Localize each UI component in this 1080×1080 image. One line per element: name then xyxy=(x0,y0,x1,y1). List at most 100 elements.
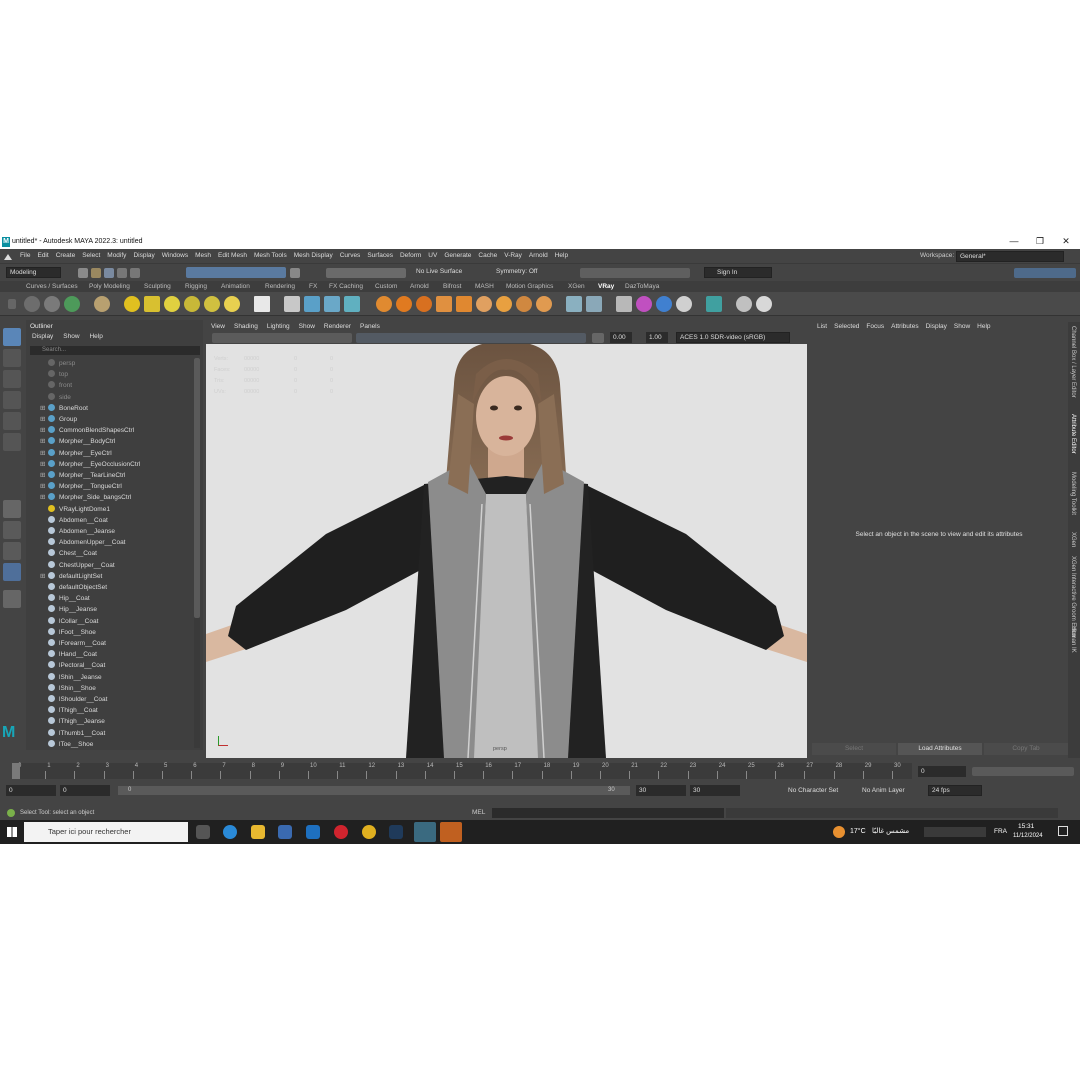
side-tab-channel-box-layer-editor[interactable]: Channel Box / Layer Editor xyxy=(1070,326,1076,398)
lasso-tool-icon[interactable] xyxy=(3,349,21,367)
expand-icon[interactable]: ⊞ xyxy=(40,436,48,447)
select-tool-icon[interactable] xyxy=(3,328,21,346)
menu-curves[interactable]: Curves xyxy=(340,249,361,263)
time-slider[interactable]: 0123456789101112131415161718192021222324… xyxy=(0,761,1080,781)
outliner-item[interactable]: ⊞ Morpher__BodyCtrl xyxy=(40,436,115,447)
single-pane-icon[interactable] xyxy=(3,500,21,518)
mode-dropdown[interactable]: Modeling xyxy=(6,267,61,278)
paint-taskbar-icon[interactable] xyxy=(440,822,462,842)
side-tab-xgen[interactable]: XGen xyxy=(1070,532,1076,547)
outliner-item[interactable]: ⊞ defaultLightSet xyxy=(40,571,102,582)
expand-icon[interactable]: ⊞ xyxy=(40,448,48,459)
clock-date[interactable]: 11/12/2024 xyxy=(1013,833,1043,839)
vray-lightmix-icon[interactable] xyxy=(656,296,672,312)
outliner-item[interactable]: Chest__Coat xyxy=(40,548,97,559)
vray-denoiser-icon[interactable] xyxy=(676,296,692,312)
selection-mask-icons[interactable] xyxy=(186,267,286,278)
outliner-item[interactable]: top xyxy=(40,369,68,380)
outliner-item[interactable]: lForearm__Coat xyxy=(40,638,106,649)
outliner-item[interactable]: Abdomen__Jeanse xyxy=(40,526,115,537)
menu-edit-mesh[interactable]: Edit Mesh xyxy=(218,249,247,263)
two-pane-icon[interactable] xyxy=(3,542,21,560)
expand-icon[interactable]: ⊞ xyxy=(40,403,48,414)
shelf-tab-vray[interactable]: VRay xyxy=(598,281,614,292)
outliner-scroll-thumb[interactable] xyxy=(194,358,200,618)
weather-icon[interactable] xyxy=(833,826,845,838)
outliner-item[interactable]: lThigh__Jeanse xyxy=(40,716,105,727)
outliner-item[interactable]: AbdomenUpper__Coat xyxy=(40,537,126,548)
menu-file[interactable]: File xyxy=(20,249,30,263)
outliner-menu-help[interactable]: Help xyxy=(89,333,102,340)
outliner-item[interactable]: ⊞ Morpher__TearLineCtrl xyxy=(40,470,125,481)
vray-fur-icon[interactable] xyxy=(324,296,340,312)
camera-tools-icons[interactable] xyxy=(212,333,352,343)
vray-sun-icon[interactable] xyxy=(224,296,240,312)
viewport-menu-view[interactable]: View xyxy=(211,322,225,332)
viewport-menu-lighting[interactable]: Lighting xyxy=(267,322,290,332)
attr-menu-focus[interactable]: Focus xyxy=(866,322,884,332)
outliner-item[interactable]: Abdomen__Coat xyxy=(40,515,108,526)
mel-command-input[interactable] xyxy=(492,808,724,818)
vray-logo-icon[interactable] xyxy=(736,296,752,312)
start-frame-field[interactable]: 0 xyxy=(6,785,56,796)
menu-surfaces[interactable]: Surfaces xyxy=(367,249,393,263)
windows-start-icon[interactable] xyxy=(7,827,17,837)
shelf-tab-rigging[interactable]: Rigging xyxy=(185,281,207,292)
end-frame-field[interactable]: 30 xyxy=(690,785,740,796)
vray-clipper-icon[interactable] xyxy=(344,296,360,312)
load-attributes-button[interactable]: Load Attributes xyxy=(898,743,982,755)
shelf-tab-motion-graphics[interactable]: Motion Graphics xyxy=(506,281,553,292)
four-pane-icon[interactable] xyxy=(3,521,21,539)
outliner-item[interactable]: lShin__Shoe xyxy=(40,683,96,694)
menu-modify[interactable]: Modify xyxy=(107,249,126,263)
outliner-item[interactable]: ⊞ Group xyxy=(40,414,77,425)
snap-icons[interactable] xyxy=(326,268,406,278)
viewport-menu-shading[interactable]: Shading xyxy=(234,322,258,332)
live-surface-label[interactable]: No Live Surface xyxy=(416,264,462,280)
select-button[interactable]: Select xyxy=(812,743,896,755)
vray-settings-icon[interactable] xyxy=(616,296,632,312)
shelf-tab-fx[interactable]: FX xyxy=(309,281,317,292)
menu-edit[interactable]: Edit xyxy=(37,249,48,263)
side-tab-modeling-toolkit[interactable]: Modeling Toolkit xyxy=(1070,472,1076,515)
shelf-tab-poly-modeling[interactable]: Poly Modeling xyxy=(89,281,130,292)
outliner-item[interactable]: defaultObjectSet xyxy=(40,582,107,593)
expand-icon[interactable]: ⊞ xyxy=(40,492,48,503)
viewport-menu-show[interactable]: Show xyxy=(299,322,315,332)
menu-select[interactable]: Select xyxy=(82,249,100,263)
paint-select-tool-icon[interactable] xyxy=(3,370,21,388)
outliner-item[interactable]: lThumb1__Coat xyxy=(40,728,105,739)
outliner-item[interactable]: Hip__Coat xyxy=(40,593,90,604)
menu-v-ray[interactable]: V-Ray xyxy=(504,249,522,263)
expand-icon[interactable]: ⊞ xyxy=(40,459,48,470)
shelf-tab-bifrost[interactable]: Bifrost xyxy=(443,281,461,292)
home-icon[interactable] xyxy=(4,252,12,260)
menu-cache[interactable]: Cache xyxy=(478,249,497,263)
menu-windows[interactable]: Windows xyxy=(162,249,188,263)
notification-icon[interactable] xyxy=(1058,826,1068,836)
vray-info-icon[interactable] xyxy=(756,296,772,312)
outliner-item[interactable]: ⊞ Morpher__EyeOcclusionCtrl xyxy=(40,459,140,470)
vray-texture-icon[interactable] xyxy=(436,296,452,312)
vray-ies-light-icon[interactable] xyxy=(204,296,220,312)
undo-icon[interactable] xyxy=(117,268,127,278)
outliner-item[interactable]: ⊞ Morpher__TongueCtrl xyxy=(40,481,122,492)
outliner-item[interactable]: ⊞ BoneRoot xyxy=(40,403,88,414)
render-icons[interactable] xyxy=(580,268,690,278)
vray-ipr-icon[interactable] xyxy=(44,296,60,312)
edge-icon[interactable] xyxy=(223,825,237,839)
expand-icon[interactable]: ⊞ xyxy=(40,481,48,492)
gamma-field[interactable]: 1.00 xyxy=(646,332,668,343)
copy-tab-button[interactable]: Copy Tab xyxy=(984,743,1068,755)
current-time-indicator[interactable] xyxy=(12,763,20,779)
outliner-item[interactable]: lShin__Jeanse xyxy=(40,672,102,683)
menu-deform[interactable]: Deform xyxy=(400,249,421,263)
menu-mesh-tools[interactable]: Mesh Tools xyxy=(254,249,287,263)
playback-start-field[interactable]: 0 xyxy=(60,785,110,796)
shelf-tab-xgen[interactable]: XGen xyxy=(568,281,585,292)
photoshop-icon[interactable] xyxy=(389,825,403,839)
attr-menu-show[interactable]: Show xyxy=(954,322,970,332)
outliner-search-input[interactable]: Search... xyxy=(30,346,200,355)
shelf-tab-rendering[interactable]: Rendering xyxy=(265,281,295,292)
exposure-field[interactable]: 0.00 xyxy=(610,332,632,343)
